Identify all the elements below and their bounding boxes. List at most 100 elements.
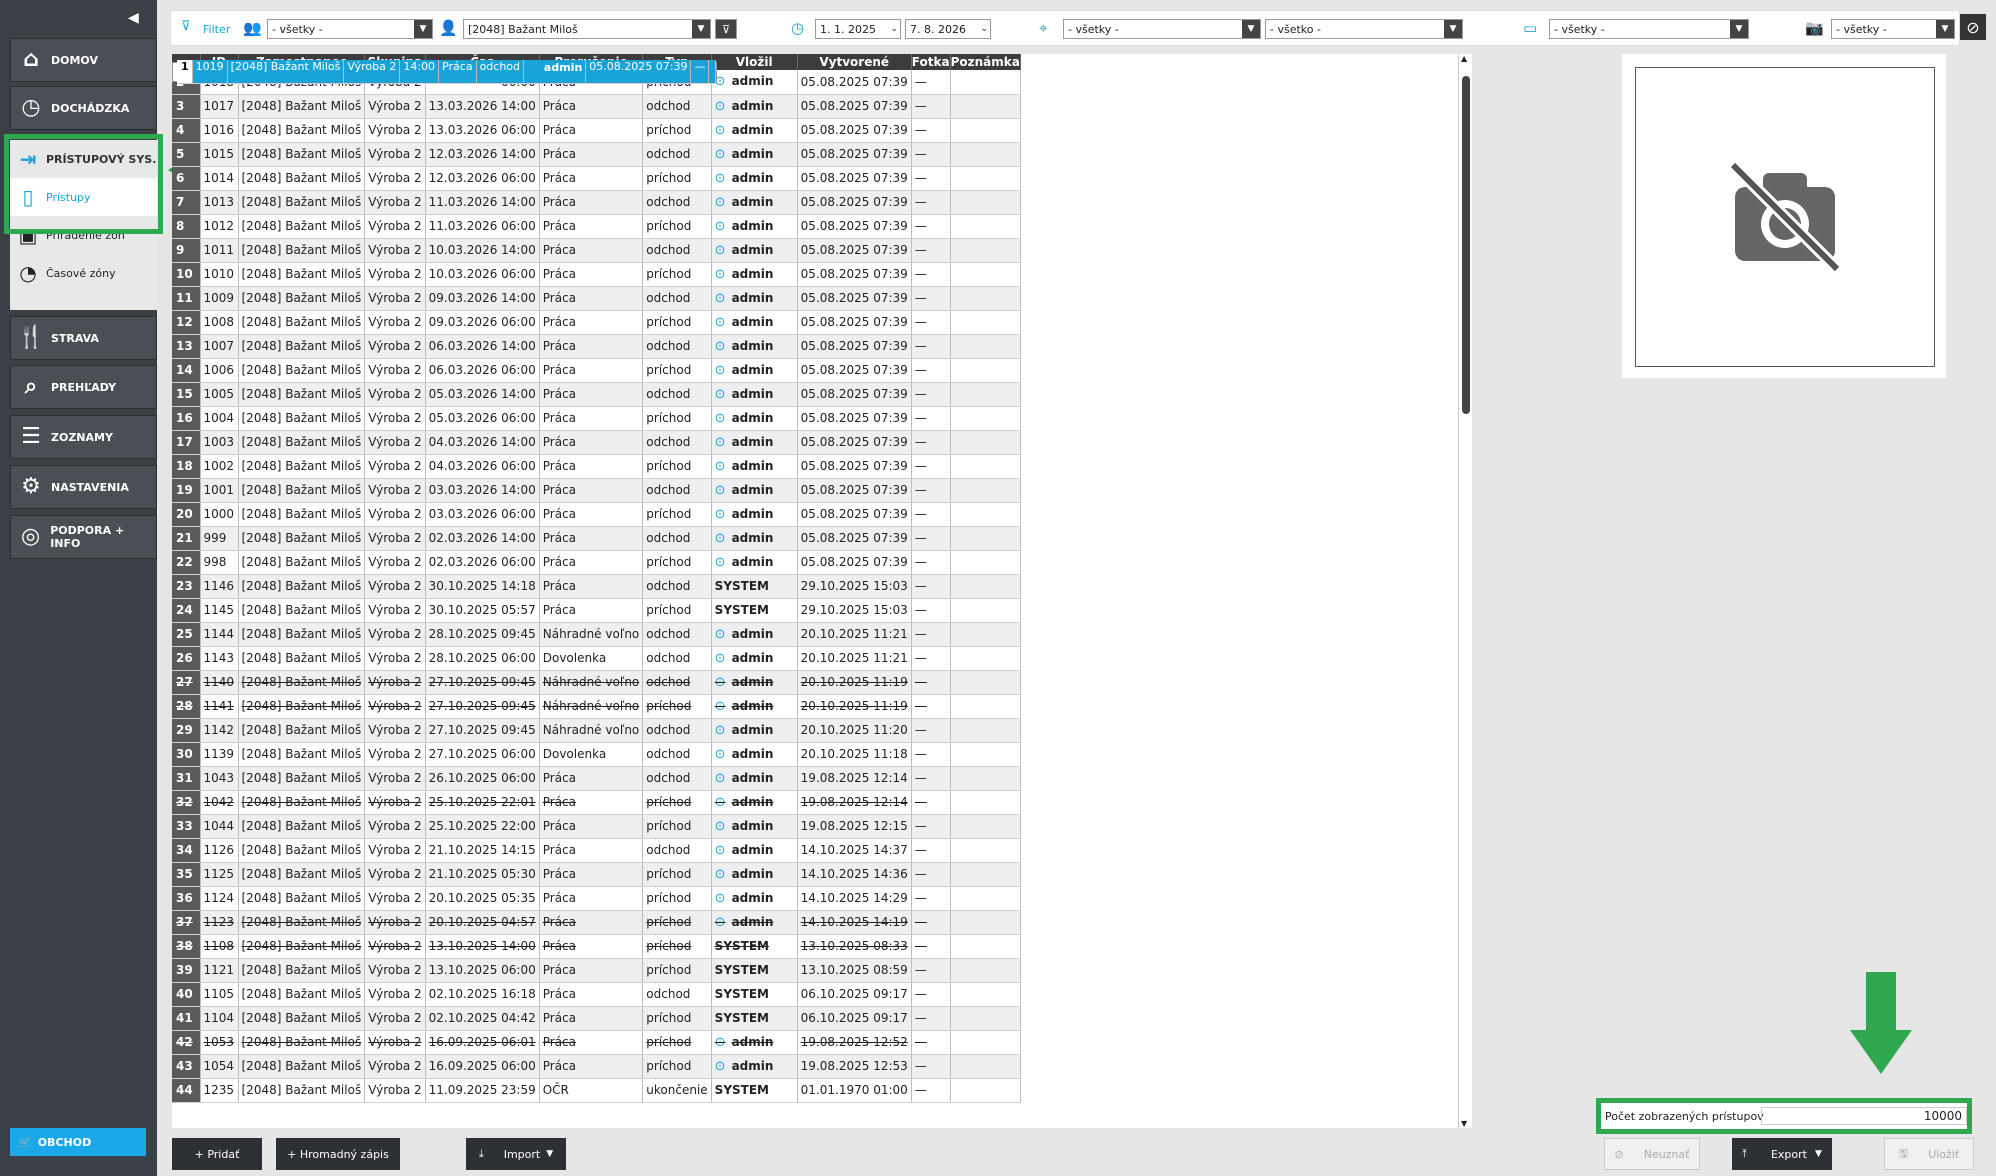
add-button[interactable]: + Pridať xyxy=(172,1138,262,1170)
header-7[interactable]: Vytvorené xyxy=(797,54,912,70)
table-row[interactable]: 1 1019 [2048] Bažant Miloš Výroba 2 14:00 Prá… xyxy=(172,60,718,84)
photo-select[interactable]: - všetky - ▼ xyxy=(1831,19,1955,39)
table-row[interactable]: 31 1043 [2048] Bažant Miloš Výroba 2 26.10.2… xyxy=(172,766,1021,791)
table-row[interactable]: 6 1014 [2048] Bažant Miloš Výroba 2 12.03.20… xyxy=(172,166,1021,191)
cell-employee: [2048] Bažant Miloš xyxy=(238,766,366,791)
nav-prehlady[interactable]: ⌕ PREHĽADY xyxy=(10,365,157,409)
date-to-input[interactable]: 7. 8. 2026 ⌄ xyxy=(905,19,991,39)
table-row[interactable]: 33 1044 [2048] Bažant Miloš Výroba 2 25.10.2… xyxy=(172,814,1021,839)
table-row[interactable]: 20 1000 [2048] Bažant Miloš Výroba 2 03.03.2… xyxy=(172,502,1021,527)
table-row[interactable]: 13 1007 [2048] Bažant Miloš Výroba 2 06.03.2… xyxy=(172,334,1021,359)
table-row[interactable]: 15 1005 [2048] Bažant Miloš Výroba 2 05.03.2… xyxy=(172,382,1021,407)
cell-inserted-by: SYSTEM xyxy=(711,598,798,623)
nav-nastavenia[interactable]: ⚙ NASTAVENIA xyxy=(10,465,157,509)
cell-type: odchod xyxy=(642,766,712,791)
table-row[interactable]: 14 1006 [2048] Bažant Miloš Výroba 2 06.03.2… xyxy=(172,358,1021,383)
cell-note xyxy=(950,310,1021,335)
cell-group: Výroba 2 xyxy=(364,142,426,167)
header-8[interactable]: Fotka xyxy=(911,54,951,70)
group-select[interactable]: - všetky - ▼ xyxy=(267,19,433,39)
table-row[interactable]: 19 1001 [2048] Bažant Miloš Výroba 2 03.03.2… xyxy=(172,478,1021,503)
save-button[interactable]: 🖫 Uložiť xyxy=(1884,1138,1974,1170)
table-row[interactable]: 32 1042 [2048] Bažant Miloš Výroba 2 25.10.2… xyxy=(172,790,1021,815)
header-9[interactable]: Poznámka xyxy=(950,54,1021,70)
export-button[interactable]: ⤒ Export ▼ xyxy=(1732,1138,1832,1170)
cell-inserted-by: ⊙ admin xyxy=(711,526,798,551)
table-row[interactable]: 39 1121 [2048] Bažant Miloš Výroba 2 13.10.2… xyxy=(172,958,1021,983)
displayed-count-input[interactable]: 10000 xyxy=(1761,1107,1967,1125)
nav-strava[interactable]: 🍴 STRAVA xyxy=(10,316,157,360)
cell-photo: — xyxy=(911,958,951,983)
table-row[interactable]: 44 1235 [2048] Bažant Miloš Výroba 2 11.09.2… xyxy=(172,1078,1021,1103)
cell-time: 09.03.2026 14:00 xyxy=(425,286,540,311)
cell-employee: [2048] Bažant Miloš xyxy=(238,262,366,287)
inserted-by-text: admin xyxy=(731,506,774,521)
row-number: 44 xyxy=(172,1078,201,1103)
table-row[interactable]: 43 1054 [2048] Bažant Miloš Výroba 2 16.09.2… xyxy=(172,1054,1021,1079)
table-row[interactable]: 12 1008 [2048] Bažant Miloš Výroba 2 09.03.2… xyxy=(172,310,1021,335)
table-row[interactable]: 11 1009 [2048] Bažant Miloš Výroba 2 09.03.2… xyxy=(172,286,1021,311)
table-row[interactable]: 16 1004 [2048] Bažant Miloš Výroba 2 05.03.2… xyxy=(172,406,1021,431)
table-row[interactable]: 40 1105 [2048] Bažant Miloš Výroba 2 02.10.2… xyxy=(172,982,1021,1007)
scroll-down-icon[interactable]: ▼ xyxy=(1461,1119,1467,1128)
table-row[interactable]: 8 1012 [2048] Bažant Miloš Výroba 2 11.03.20… xyxy=(172,214,1021,239)
cell-employee: [2048] Bažant Miloš xyxy=(238,358,366,383)
scrollbar-thumb[interactable] xyxy=(1462,76,1470,414)
cell-time: 09.03.2026 06:00 xyxy=(425,310,540,335)
nav-domov[interactable]: ⌂ DOMOV xyxy=(10,38,157,82)
cell-inserted-by: ⊙ admin xyxy=(711,214,798,239)
nav-obchod[interactable]: 🛒 OBCHOD xyxy=(10,1128,146,1156)
bulk-entry-button[interactable]: + Hromadný zápis xyxy=(276,1138,400,1170)
scroll-up-icon[interactable]: ▲ xyxy=(1461,54,1467,63)
table-row[interactable]: 4 1016 [2048] Bažant Miloš Výroba 2 13.03.20… xyxy=(172,118,1021,143)
cell-note xyxy=(950,1006,1021,1031)
cell-created: 05.08.2025 07:39 xyxy=(797,430,912,455)
table-row[interactable]: 25 1144 [2048] Bažant Miloš Výroba 2 28.10.2… xyxy=(172,622,1021,647)
nav-dochadzka[interactable]: ◷ DOCHÁDZKA xyxy=(10,86,157,130)
table-row[interactable]: 29 1142 [2048] Bažant Miloš Výroba 2 27.10.2… xyxy=(172,718,1021,743)
import-button[interactable]: ⤓ Import ▼ xyxy=(466,1138,566,1170)
table-row[interactable]: 28 1141 [2048] Bažant Miloš Výroba 2 27.10.2… xyxy=(172,694,1021,719)
table-row[interactable]: 26 1143 [2048] Bažant Miloš Výroba 2 28.10.2… xyxy=(172,646,1021,671)
date-from-input[interactable]: 1. 1. 2025 ⌄ xyxy=(815,19,901,39)
clear-filter-button[interactable]: ⊘ xyxy=(1960,14,1986,40)
table-row[interactable]: 30 1139 [2048] Bažant Miloš Výroba 2 27.10.2… xyxy=(172,742,1021,767)
zone-select[interactable]: - všetky - ▼ xyxy=(1063,19,1261,39)
table-row[interactable]: 10 1010 [2048] Bažant Miloš Výroba 2 10.03.2… xyxy=(172,262,1021,287)
cell-inserted-by: ⊙ admin xyxy=(711,886,798,911)
table-row[interactable]: 9 1011 [2048] Bažant Miloš Výroba 2 10.03.20… xyxy=(172,238,1021,263)
nav-podpora[interactable]: ◎ PODPORA + INFO xyxy=(10,515,157,559)
table-row[interactable]: 38 1108 [2048] Bažant Miloš Výroba 2 13.10.2… xyxy=(172,934,1021,959)
collapse-sidebar-icon[interactable]: ◀ xyxy=(128,10,139,26)
reject-button[interactable]: ⊘ Neuznať xyxy=(1604,1138,1700,1170)
table-row[interactable]: 27 1140 [2048] Bažant Miloš Výroba 2 27.10.2… xyxy=(172,670,1021,695)
row-number: 33 xyxy=(172,814,201,839)
table-row[interactable]: 7 1013 [2048] Bažant Miloš Výroba 2 11.03.20… xyxy=(172,190,1021,215)
nav-casove[interactable]: ◔ Časové zóny xyxy=(10,254,157,292)
table-row[interactable]: 18 1002 [2048] Bažant Miloš Výroba 2 04.03.2… xyxy=(172,454,1021,479)
table-row[interactable]: 22 998 [2048] Bažant Miloš Výroba 2 02.03.20… xyxy=(172,550,1021,575)
table-row[interactable]: 21 999 [2048] Bažant Miloš Výroba 2 02.03.20… xyxy=(172,526,1021,551)
table-row[interactable]: 42 1053 [2048] Bažant Miloš Výroba 2 16.09.2… xyxy=(172,1030,1021,1055)
nav-zoznamy[interactable]: ☰ ZOZNAMY xyxy=(10,415,157,459)
employee-select[interactable]: [2048] Bažant Miloš ▼ xyxy=(463,19,711,39)
table-row[interactable]: 5 1015 [2048] Bažant Miloš Výroba 2 12.03.20… xyxy=(172,142,1021,167)
vertical-scrollbar[interactable]: ▲ ▼ xyxy=(1458,54,1472,1128)
table-row[interactable]: 24 1145 [2048] Bažant Miloš Výroba 2 30.10.2… xyxy=(172,598,1021,623)
cell-note xyxy=(950,670,1021,695)
table-row[interactable]: 17 1003 [2048] Bažant Miloš Výroba 2 04.03.2… xyxy=(172,430,1021,455)
table-row[interactable]: 36 1124 [2048] Bažant Miloš Výroba 2 20.10.2… xyxy=(172,886,1021,911)
table-row[interactable]: 23 1146 [2048] Bažant Miloš Výroba 2 30.10.2… xyxy=(172,574,1021,599)
zone-type-select[interactable]: - všetko - ▼ xyxy=(1265,19,1463,39)
row-number: 34 xyxy=(172,838,201,863)
header-6[interactable]: Vložil xyxy=(711,54,798,70)
device-select[interactable]: - všetky - ▼ xyxy=(1549,19,1749,39)
apply-filter-button[interactable]: ⊽ xyxy=(715,19,737,39)
cell-employee: [2048] Bažant Miloš xyxy=(238,550,366,575)
pin-icon: ⊙ xyxy=(714,770,726,786)
table-row[interactable]: 37 1123 [2048] Bažant Miloš Výroba 2 20.10.2… xyxy=(172,910,1021,935)
table-row[interactable]: 3 1017 [2048] Bažant Miloš Výroba 2 13.03.20… xyxy=(172,94,1021,119)
table-row[interactable]: 41 1104 [2048] Bažant Miloš Výroba 2 02.10.2… xyxy=(172,1006,1021,1031)
table-row[interactable]: 34 1126 [2048] Bažant Miloš Výroba 2 21.10.2… xyxy=(172,838,1021,863)
table-row[interactable]: 35 1125 [2048] Bažant Miloš Výroba 2 21.10.2… xyxy=(172,862,1021,887)
